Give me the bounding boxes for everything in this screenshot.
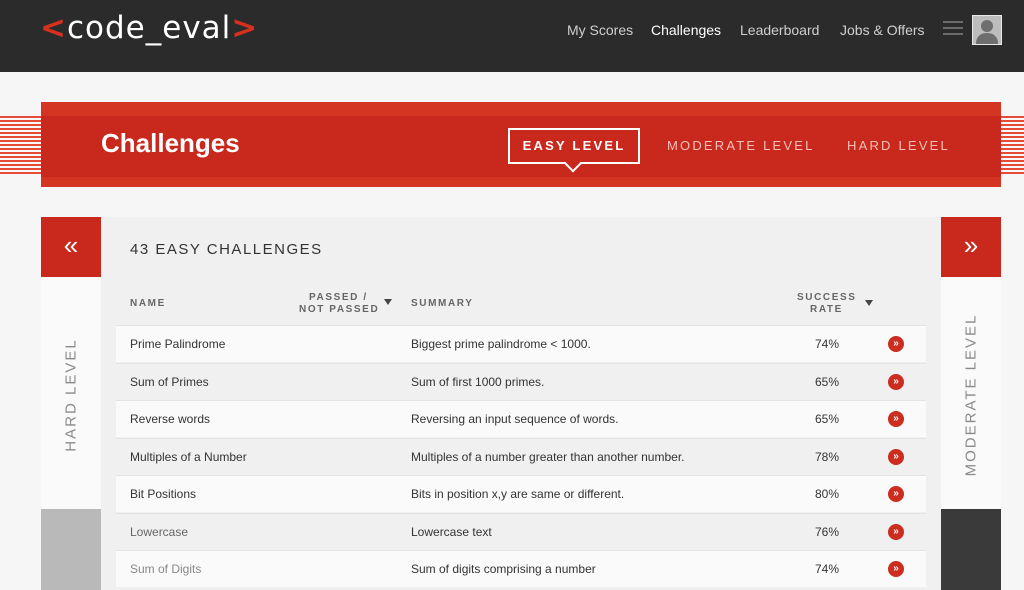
success-rate: 76% xyxy=(815,525,840,539)
table-row[interactable]: Sum of Digits Sum of digits comprising a… xyxy=(116,550,926,587)
user-avatar-icon[interactable] xyxy=(972,15,1002,45)
success-rate: 65% xyxy=(815,375,840,389)
challenge-name[interactable]: Reverse words xyxy=(130,412,210,426)
nav-my-scores[interactable]: My Scores xyxy=(567,22,633,38)
chevron-double-right-icon[interactable]: » xyxy=(888,374,904,390)
hamburger-icon[interactable] xyxy=(943,17,963,41)
challenge-summary: Sum of digits comprising a number xyxy=(411,562,596,576)
success-rate: 65% xyxy=(815,412,840,426)
previous-level-button[interactable]: « xyxy=(41,217,101,277)
chevron-double-right-icon[interactable]: » xyxy=(888,336,904,352)
challenge-count: 43 EASY CHALLENGES xyxy=(130,241,323,258)
challenge-summary: Multiples of a number greater than anoth… xyxy=(411,450,685,464)
column-header-success[interactable]: SUCCESS xyxy=(797,292,857,303)
success-rate: 74% xyxy=(815,562,840,576)
table-row[interactable]: Reverse words Reversing an input sequenc… xyxy=(116,400,926,437)
challenge-name[interactable]: Prime Palindrome xyxy=(130,337,225,351)
logo-open-bracket: < xyxy=(40,10,67,46)
challenge-name[interactable]: Sum of Digits xyxy=(130,562,201,576)
table-row[interactable]: Prime Palindrome Biggest prime palindrom… xyxy=(116,325,926,362)
challenge-summary: Reversing an input sequence of words. xyxy=(411,412,619,426)
tab-hard-level[interactable]: HARD LEVEL xyxy=(847,138,950,153)
chevron-double-right-icon[interactable]: » xyxy=(888,486,904,502)
nav-challenges[interactable]: Challenges xyxy=(651,22,721,38)
chevron-double-right-icon[interactable]: » xyxy=(888,449,904,465)
challenge-name[interactable]: Bit Positions xyxy=(130,487,196,501)
tab-moderate-level[interactable]: MODERATE LEVEL xyxy=(667,138,815,153)
column-header-rate[interactable]: RATE xyxy=(810,304,843,315)
column-header-name[interactable]: NAME xyxy=(130,298,166,309)
chevron-double-right-icon[interactable]: » xyxy=(888,561,904,577)
column-header-passed[interactable]: PASSED / xyxy=(309,292,368,303)
logo-close-bracket: > xyxy=(231,10,259,46)
sort-caret-icon[interactable] xyxy=(384,299,392,305)
challenge-name[interactable]: Lowercase xyxy=(130,525,188,539)
column-header-not-passed[interactable]: NOT PASSED xyxy=(299,304,379,315)
hard-level-label: HARD LEVEL xyxy=(62,338,80,452)
nav-leaderboard[interactable]: Leaderboard xyxy=(740,22,819,38)
success-rate: 80% xyxy=(815,487,840,501)
moderate-level-label: MODERATE LEVEL xyxy=(962,313,980,477)
top-navbar: <code_eval> My Scores Challenges Leaderb… xyxy=(0,0,1024,72)
page-title: Challenges xyxy=(101,128,240,158)
sort-caret-icon[interactable] xyxy=(865,300,873,306)
success-rate: 78% xyxy=(815,450,840,464)
challenge-name[interactable]: Multiples of a Number xyxy=(130,450,247,464)
chevron-double-right-icon[interactable]: » xyxy=(888,411,904,427)
table-row[interactable]: Multiples of a Number Multiples of a num… xyxy=(116,438,926,475)
hard-level-side-panel[interactable]: « HARD LEVEL xyxy=(41,217,101,590)
logo-text: code_eval xyxy=(66,10,232,46)
challenge-summary: Lowercase text xyxy=(411,525,492,539)
moderate-level-side-panel[interactable]: » MODERATE LEVEL xyxy=(941,217,1001,590)
logo[interactable]: <code_eval> xyxy=(40,10,258,46)
tab-easy-level[interactable]: EASY LEVEL xyxy=(508,128,640,164)
table-row[interactable]: Lowercase Lowercase text 76% » xyxy=(116,513,926,550)
challenges-table-panel: 43 EASY CHALLENGES NAME PASSED / NOT PAS… xyxy=(101,217,941,590)
challenge-name[interactable]: Sum of Primes xyxy=(130,375,209,389)
success-rate: 74% xyxy=(815,337,840,351)
challenge-summary: Biggest prime palindrome < 1000. xyxy=(411,337,591,351)
challenge-summary: Bits in position x,y are same or differe… xyxy=(411,487,625,501)
next-level-button[interactable]: » xyxy=(941,217,1001,277)
column-header-summary[interactable]: SUMMARY xyxy=(411,298,474,309)
nav-jobs-offers[interactable]: Jobs & Offers xyxy=(840,22,925,38)
challenge-summary: Sum of first 1000 primes. xyxy=(411,375,545,389)
table-row[interactable]: Sum of Primes Sum of first 1000 primes. … xyxy=(116,363,926,400)
challenges-banner: Challenges EASY LEVEL MODERATE LEVEL HAR… xyxy=(41,102,1001,187)
table-row[interactable]: Bit Positions Bits in position x,y are s… xyxy=(116,475,926,512)
chevron-double-right-icon[interactable]: » xyxy=(888,524,904,540)
